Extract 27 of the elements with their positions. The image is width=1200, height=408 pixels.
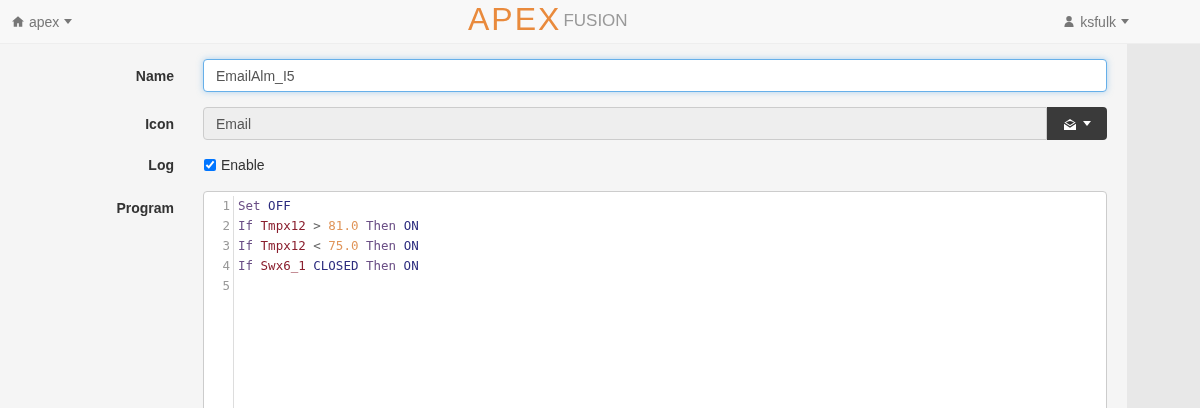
checkbox-label[interactable]: Enable [221, 156, 265, 173]
line-number: 2 [221, 217, 230, 235]
line-number: 4 [221, 257, 230, 275]
code-line: If Swx6_1 CLOSED Then ON [238, 257, 419, 275]
code-line: Set OFF [238, 197, 292, 215]
line-number: 1 [221, 197, 230, 215]
field-label: Name [134, 67, 174, 84]
log-checkbox[interactable] [204, 158, 216, 171]
field-label: Log [147, 156, 174, 173]
line-number: 3 [221, 237, 230, 255]
logo: APEX FUSION [468, 3, 628, 35]
caret-icon [64, 19, 73, 24]
home-menu[interactable]: apex [12, 13, 73, 30]
user-menu[interactable]: ksfulk [1063, 13, 1129, 30]
line-number: 5 [221, 277, 230, 295]
field-label: Program [115, 199, 174, 216]
code-editor[interactable]: 1 2 3 4 5 Set OFF If Tmpx12 > 81.0 Then ON If Tmpx12 < 75.0 Then ON If Swx6_1 CLOSED Then ON [203, 191, 1107, 408]
code-line: If Tmpx12 > 81.0 Then ON [238, 217, 419, 235]
user-icon [1063, 16, 1076, 27]
envelope-icon [1063, 117, 1077, 130]
name-field[interactable]: EmailAlm_I5 [203, 59, 1107, 92]
icon-dropdown-button[interactable] [1047, 107, 1107, 140]
home-icon [12, 16, 24, 27]
code-line: If Tmpx12 < 75.0 Then ON [238, 237, 419, 255]
field-label: Icon [144, 115, 174, 132]
caret-icon [1121, 19, 1129, 24]
caret-icon [1083, 121, 1091, 126]
